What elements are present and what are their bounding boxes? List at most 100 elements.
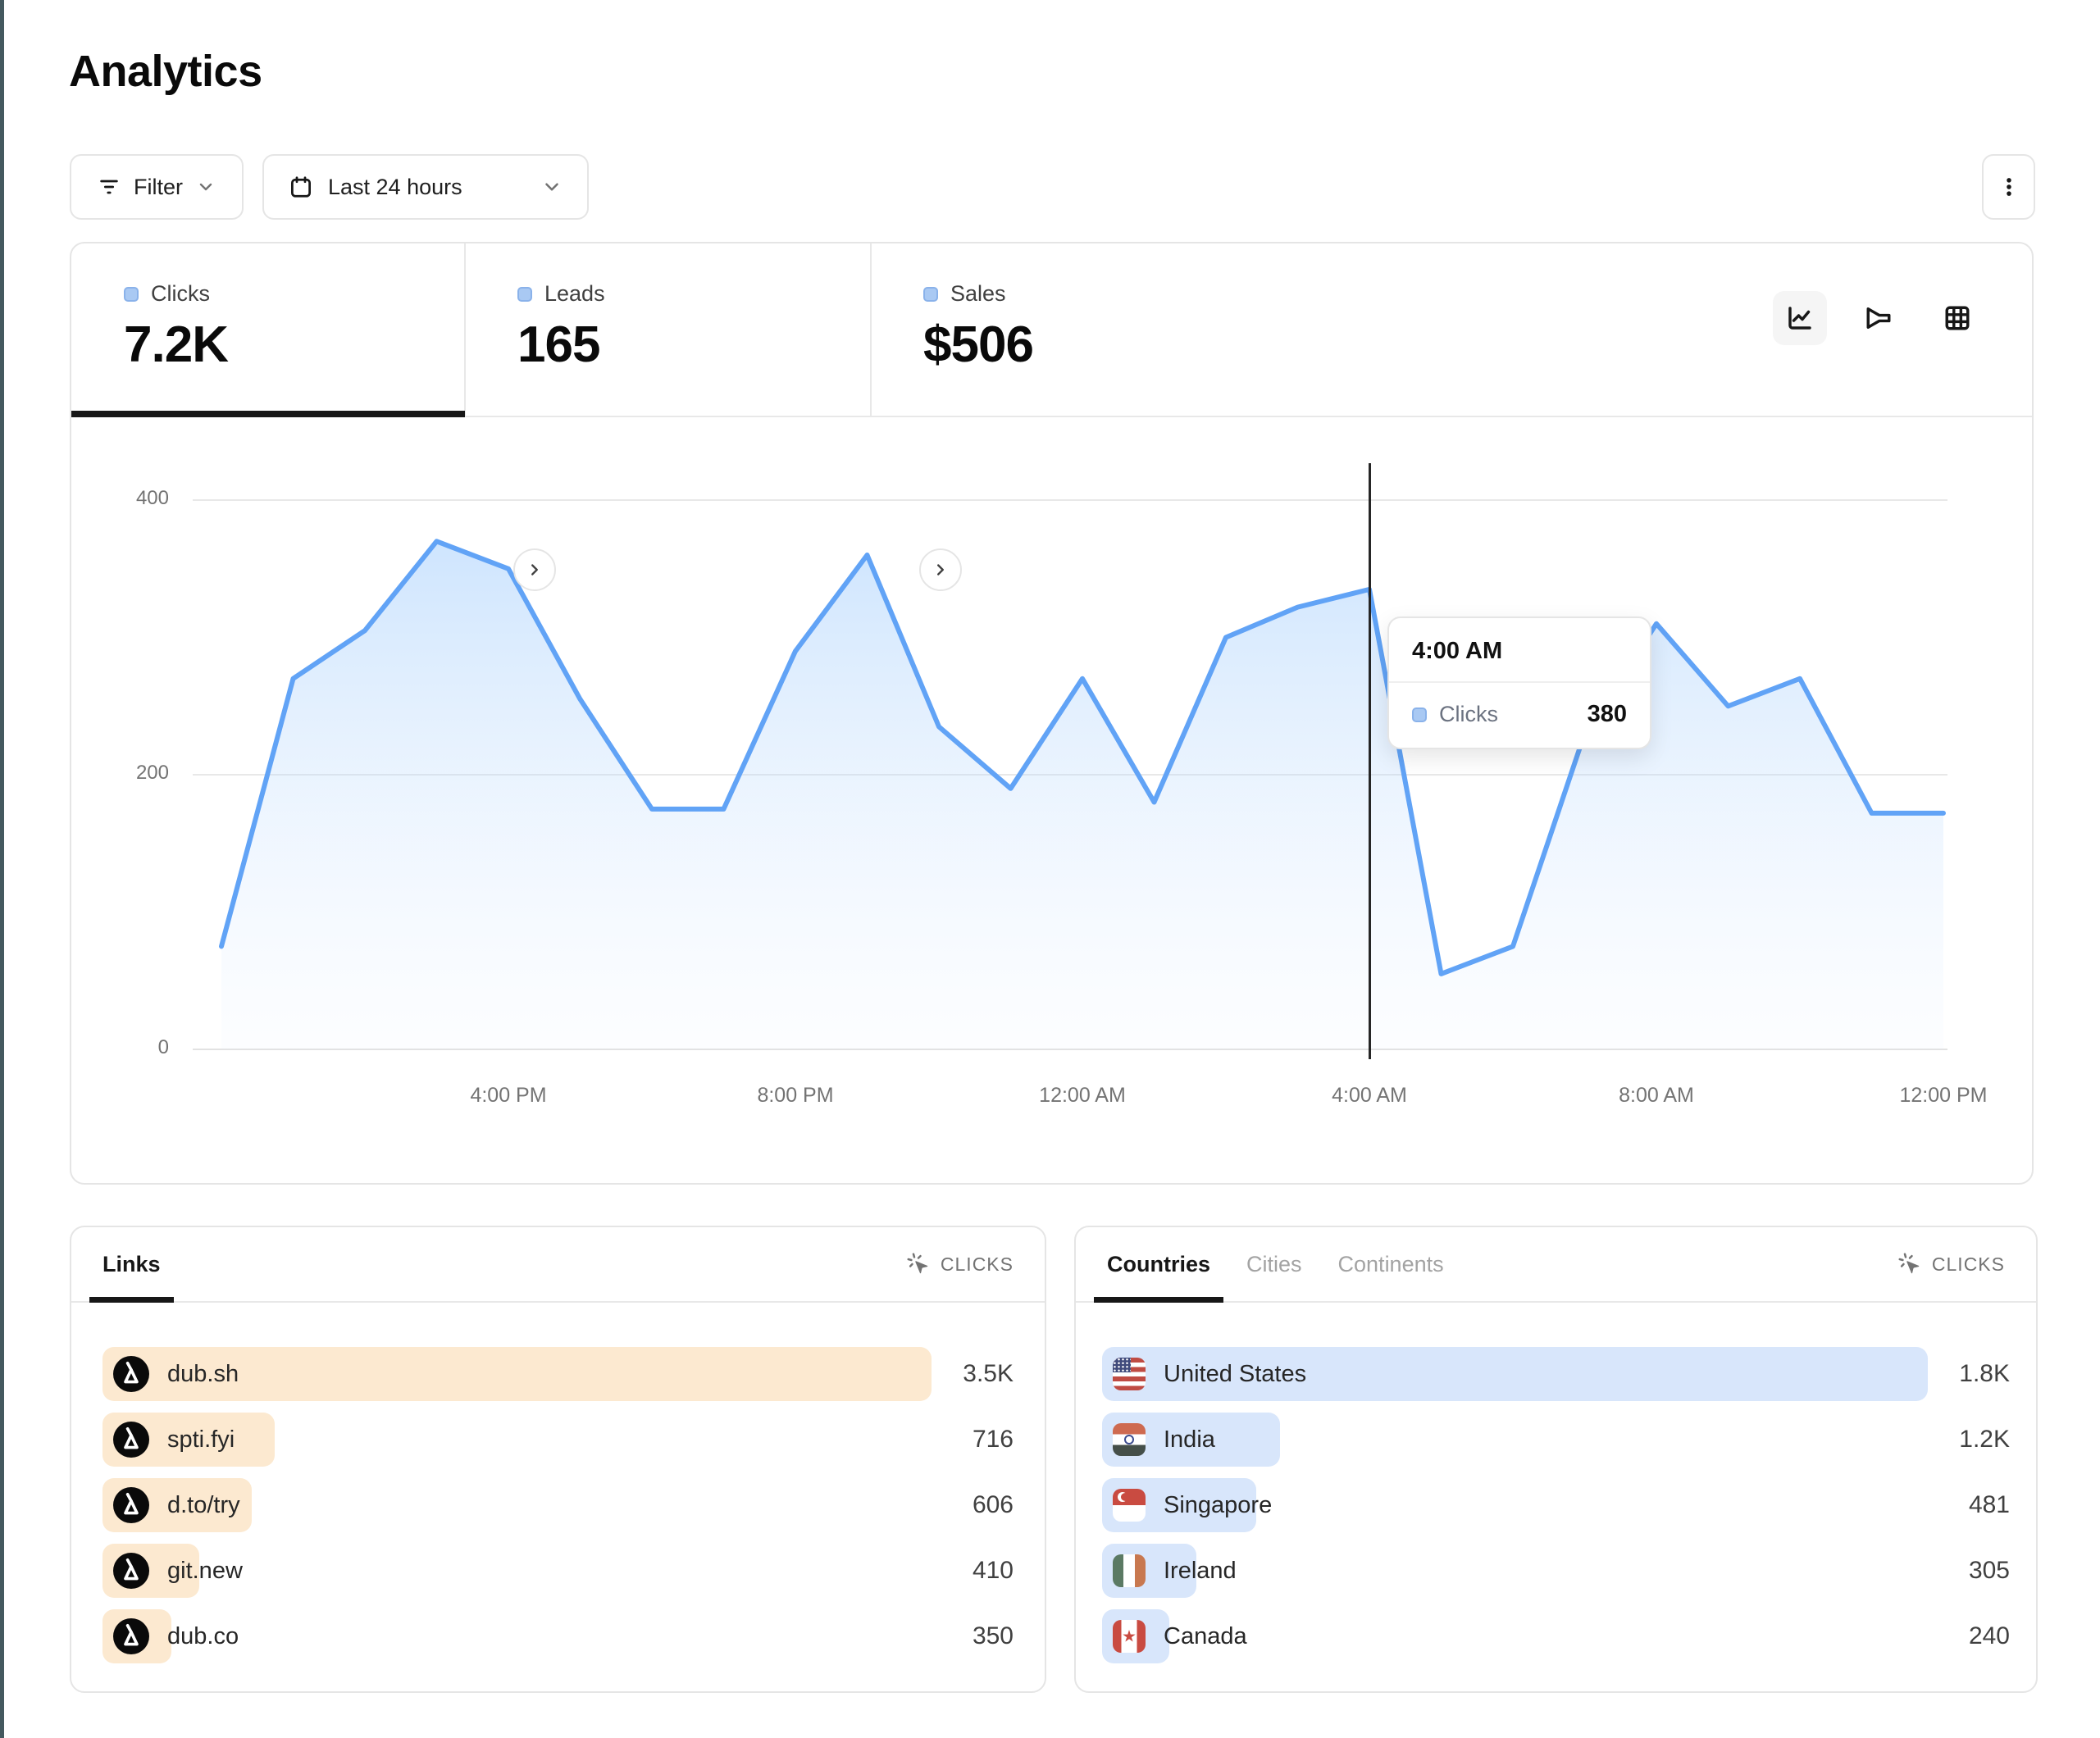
country-label: Ireland (1164, 1558, 1237, 1585)
y-tick-400: 400 (71, 487, 169, 510)
expand-sales-button[interactable] (919, 548, 962, 591)
dub-logo-icon (113, 1356, 149, 1392)
country-row[interactable]: India 1.2K (1102, 1413, 2010, 1467)
tooltip-legend-swatch (1412, 707, 1427, 722)
tab-continents[interactable]: Continents (1338, 1227, 1444, 1301)
country-clicks-value: 305 (1969, 1557, 2010, 1585)
country-row[interactable]: Ireland 305 (1102, 1544, 2010, 1598)
links-rows: dub.sh 3.5K spti.fyi 716 d.to/try 606 (71, 1303, 1045, 1663)
page-title: Analytics (69, 46, 262, 97)
grid-icon (1943, 303, 1972, 333)
singapore-flag-icon (1113, 1489, 1146, 1522)
ireland-flag-icon (1113, 1554, 1146, 1587)
active-stat-underline (71, 411, 465, 417)
cursor-click-icon (906, 1252, 931, 1276)
links-metric-header[interactable]: CLICKS (906, 1252, 1014, 1276)
link-row[interactable]: dub.co 350 (102, 1609, 1014, 1663)
tooltip-series-label: Clicks (1439, 702, 1498, 727)
table-view-button[interactable] (1930, 291, 1984, 345)
link-label: git.new (167, 1558, 243, 1585)
analytics-page: Analytics Filter Last 24 hours (0, 0, 2100, 1738)
x-tick: 12:00 PM (1853, 1084, 2034, 1108)
link-clicks-value: 410 (973, 1557, 1014, 1585)
tooltip-value: 380 (1588, 701, 1627, 728)
countries-metric-header[interactable]: CLICKS (1897, 1252, 2005, 1276)
tab-countries-label: Countries (1107, 1252, 1210, 1277)
tooltip-time: 4:00 AM (1389, 618, 1650, 681)
cursor-click-icon (1897, 1252, 1922, 1276)
x-tick: 8:00 AM (1566, 1084, 1747, 1108)
link-clicks-value: 606 (973, 1491, 1014, 1519)
stat-label: Leads (544, 281, 605, 307)
country-row[interactable]: Singapore 481 (1102, 1478, 2010, 1532)
country-label: Canada (1164, 1623, 1247, 1650)
clicks-area-chart[interactable] (70, 426, 2034, 1107)
x-tick: 4:00 AM (1279, 1084, 1460, 1108)
kebab-menu-icon (1997, 175, 2021, 199)
date-range-button[interactable]: Last 24 hours (262, 154, 589, 220)
funnel-icon (1864, 303, 1893, 333)
stat-value: 7.2K (124, 316, 228, 374)
country-clicks-value: 240 (1969, 1622, 2010, 1650)
leads-legend-swatch (517, 287, 532, 302)
funnel-view-button[interactable] (1852, 291, 1906, 345)
calendar-icon (289, 175, 313, 199)
clicks-legend-swatch (124, 287, 139, 302)
dub-logo-icon (113, 1487, 149, 1523)
dub-logo-icon (113, 1553, 149, 1589)
tab-links[interactable]: Links (102, 1227, 161, 1301)
countries-metric-label: CLICKS (1932, 1253, 2005, 1276)
link-clicks-value: 350 (973, 1622, 1014, 1650)
canada-flag-icon (1113, 1620, 1146, 1653)
x-tick: 8:00 PM (705, 1084, 886, 1108)
india-flag-icon (1113, 1423, 1146, 1456)
expand-leads-button[interactable] (513, 548, 556, 591)
dub-logo-icon (113, 1618, 149, 1654)
stat-value: $506 (923, 316, 1033, 374)
country-label: India (1164, 1426, 1215, 1454)
y-tick-200: 200 (71, 762, 169, 785)
line-chart-view-button[interactable] (1773, 291, 1827, 345)
country-clicks-value: 1.8K (1959, 1360, 2010, 1388)
stat-label: Clicks (151, 281, 210, 307)
dub-logo-icon (113, 1422, 149, 1458)
link-label: d.to/try (167, 1492, 240, 1519)
country-row[interactable]: Canada 240 (1102, 1609, 2010, 1663)
line-chart-icon (1785, 303, 1815, 333)
tab-cities-label: Cities (1246, 1252, 1302, 1277)
country-label: Singapore (1164, 1492, 1272, 1519)
chart-view-toggles (1773, 291, 1984, 345)
filter-button[interactable]: Filter (70, 154, 244, 220)
chart-crosshair-line (1369, 463, 1371, 1059)
links-metric-label: CLICKS (941, 1253, 1014, 1276)
tab-links-label: Links (102, 1252, 161, 1277)
link-row[interactable]: spti.fyi 716 (102, 1413, 1014, 1467)
chart-tooltip: 4:00 AM Clicks 380 (1387, 616, 1651, 749)
link-clicks-value: 3.5K (963, 1360, 1014, 1388)
country-clicks-value: 1.2K (1959, 1426, 2010, 1454)
link-row[interactable]: d.to/try 606 (102, 1478, 1014, 1532)
date-range-label: Last 24 hours (328, 175, 462, 200)
more-menu-button[interactable] (1982, 154, 2035, 220)
country-clicks-value: 481 (1969, 1491, 2010, 1519)
tab-continents-label: Continents (1338, 1252, 1444, 1277)
link-clicks-value: 716 (973, 1426, 1014, 1454)
link-label: dub.sh (167, 1361, 239, 1388)
stat-tab-sales[interactable]: Sales $506 (871, 243, 1277, 416)
country-row[interactable]: United States 1.8K (1102, 1347, 2010, 1401)
link-row[interactable]: git.new 410 (102, 1544, 1014, 1598)
y-tick-0: 0 (71, 1036, 169, 1059)
chevron-down-icon (196, 177, 216, 197)
stat-tab-leads[interactable]: Leads 165 (465, 243, 871, 416)
countries-panel: Countries Cities Continents CLICKS (1074, 1226, 2038, 1693)
link-row[interactable]: dub.sh 3.5K (102, 1347, 1014, 1401)
tab-countries[interactable]: Countries (1107, 1227, 1210, 1301)
countries-rows: United States 1.8K India 1.2K Singapore … (1076, 1303, 2036, 1663)
filter-lines-icon (98, 175, 121, 198)
sales-legend-swatch (923, 287, 938, 302)
left-accent-strip (0, 0, 4, 1738)
tab-cities[interactable]: Cities (1246, 1227, 1302, 1301)
stat-tab-clicks[interactable]: Clicks 7.2K (71, 243, 465, 416)
us-flag-icon (1113, 1358, 1146, 1390)
links-panel: Links CLICKS dub.sh 3.5K (70, 1226, 1046, 1693)
